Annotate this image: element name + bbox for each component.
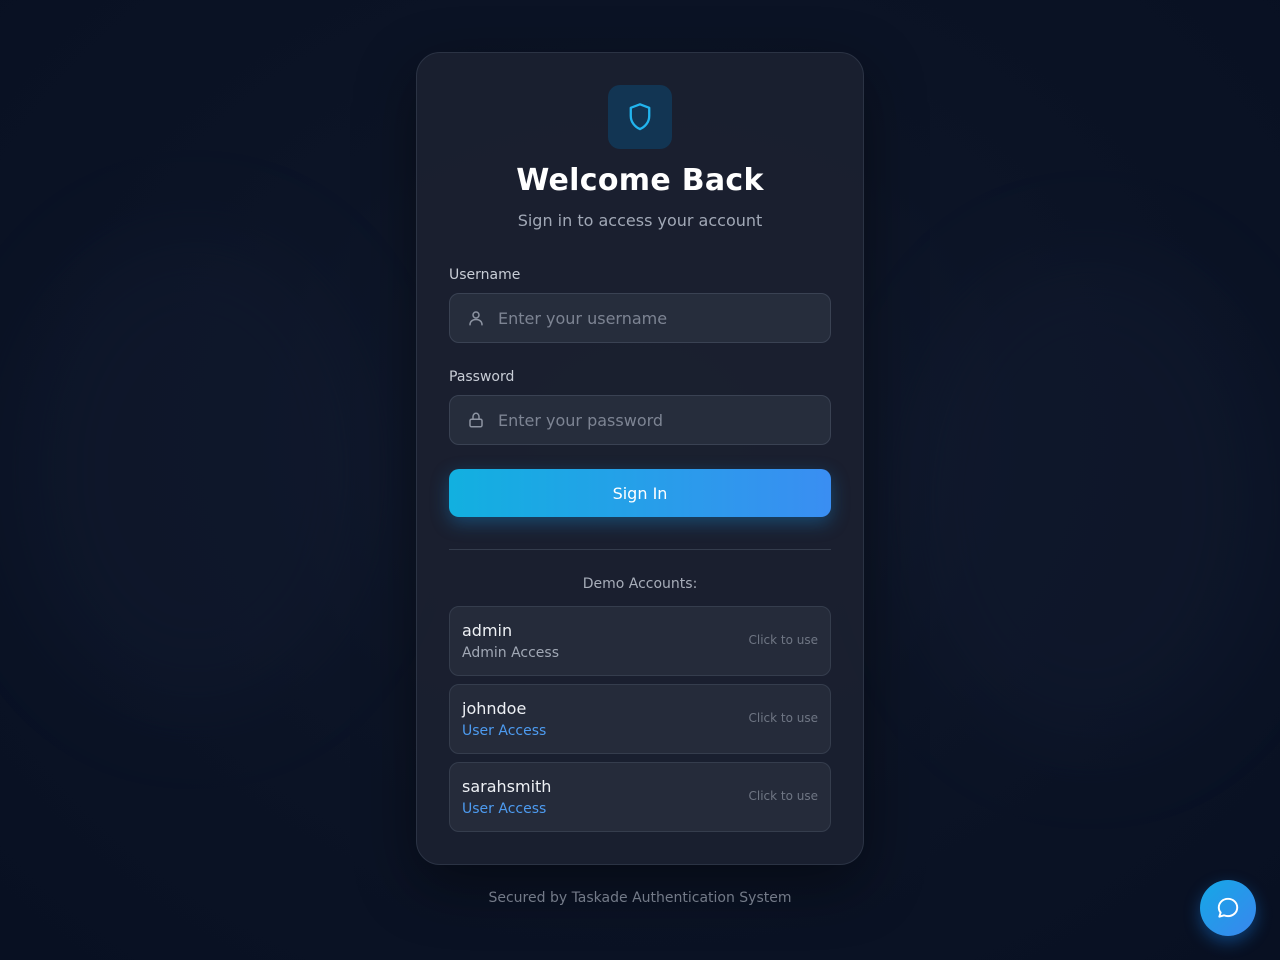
username-field xyxy=(449,293,831,343)
demo-account-hint: Click to use xyxy=(748,789,818,803)
demo-account-username: admin xyxy=(462,621,513,640)
username-label: Username xyxy=(449,267,521,283)
user-icon xyxy=(466,308,486,328)
demo-account-username: johndoe xyxy=(462,699,527,718)
username-input[interactable] xyxy=(498,294,818,342)
footer-text: Secured by Taskade Authentication System xyxy=(488,890,792,906)
shield-icon xyxy=(629,103,651,131)
divider xyxy=(449,549,831,550)
logo-tile xyxy=(608,85,672,149)
demo-account-admin[interactable]: admin Admin Access Click to use xyxy=(449,606,831,676)
password-field xyxy=(449,395,831,445)
demo-account-sarahsmith[interactable]: sarahsmith User Access Click to use xyxy=(449,762,831,832)
chat-bubble-icon xyxy=(1217,897,1239,918)
demo-account-role: User Access xyxy=(462,723,547,739)
page-title: Welcome Back xyxy=(516,163,764,198)
lock-icon xyxy=(466,410,486,430)
demo-account-hint: Click to use xyxy=(748,633,818,647)
demo-accounts-title: Demo Accounts: xyxy=(582,576,698,592)
chat-button[interactable] xyxy=(1200,880,1256,936)
password-label: Password xyxy=(449,369,515,385)
background-blob-right xyxy=(900,250,1280,750)
demo-account-role: User Access xyxy=(462,801,547,817)
demo-account-hint: Click to use xyxy=(748,711,818,725)
demo-account-johndoe[interactable]: johndoe User Access Click to use xyxy=(449,684,831,754)
demo-account-role: Admin Access xyxy=(462,645,559,661)
demo-account-username: sarahsmith xyxy=(462,777,552,796)
page-subtitle: Sign in to access your account xyxy=(517,211,763,230)
password-input[interactable] xyxy=(498,396,818,444)
background-blob-left xyxy=(10,230,380,710)
login-card: Welcome Back Sign in to access your acco… xyxy=(416,52,864,865)
sign-in-button[interactable]: Sign In xyxy=(449,469,831,517)
